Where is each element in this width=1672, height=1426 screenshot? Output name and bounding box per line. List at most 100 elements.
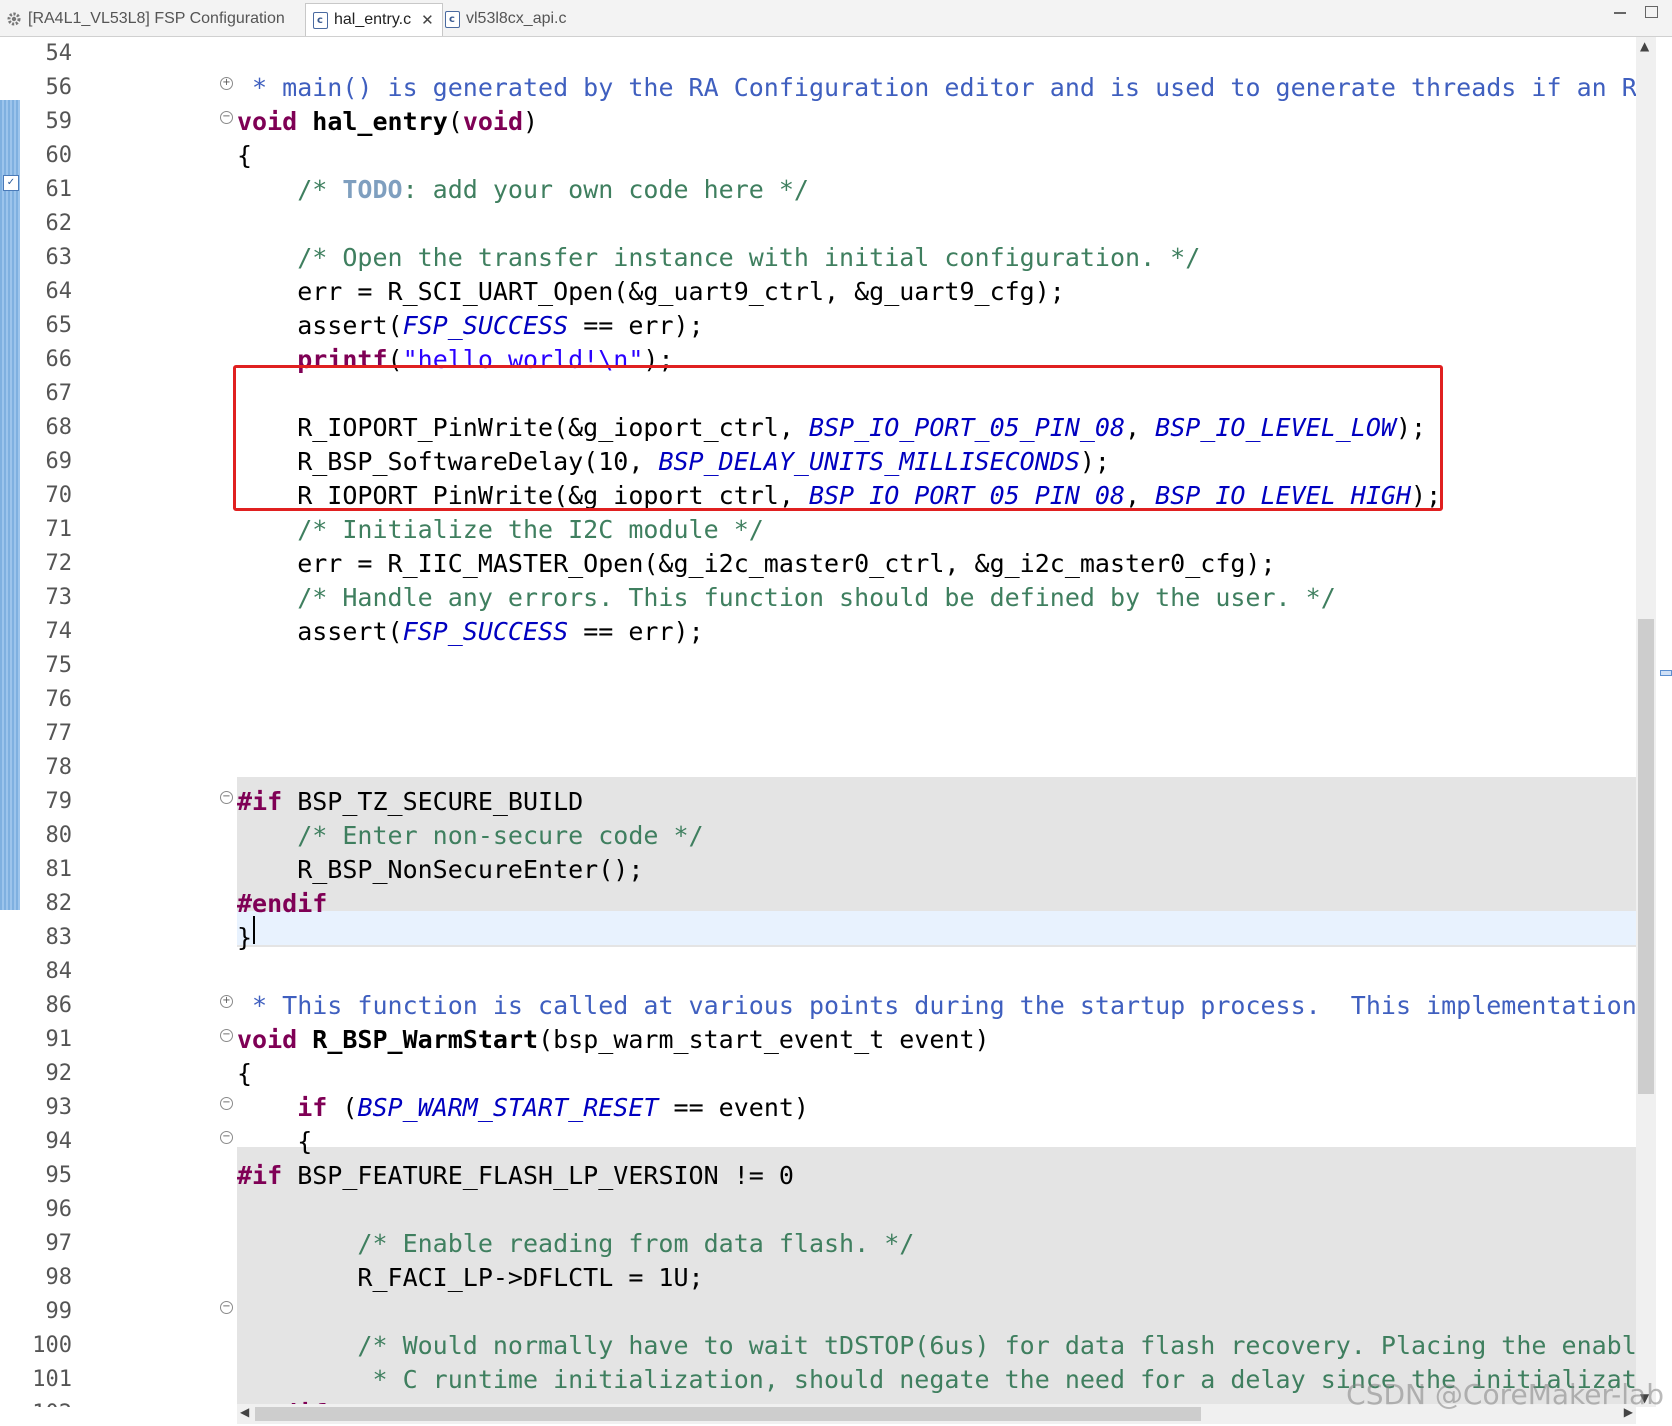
code-line-94: {: [237, 1127, 313, 1156]
line-number: 78: [45, 755, 73, 780]
line-number: 101: [32, 1367, 72, 1392]
code-line-71: /* Initialize the I2C module */: [237, 515, 764, 544]
code-line-61: /* TODO: add your own code here */: [237, 173, 809, 207]
code-line-100: /* Would normally have to wait tDSTOP(6u…: [237, 1331, 1637, 1360]
code-text: ): [523, 107, 539, 136]
line-number: 54: [45, 41, 73, 66]
line-number: 63: [45, 245, 73, 270]
code-line-93: if (BSP_WARM_START_RESET == event): [237, 1091, 809, 1125]
editor-tab-bar: [RA4L1_VL53L8] FSP Configuration c hal_e…: [0, 0, 1672, 37]
tab-label: vl53l8cx_api.c: [466, 10, 567, 27]
tab-fsp-configuration[interactable]: [RA4L1_VL53L8] FSP Configuration: [0, 4, 285, 34]
comment: /*: [237, 175, 343, 204]
window-controls: [1613, 6, 1658, 18]
collapse-fold-icon[interactable]: −: [220, 1029, 233, 1042]
code-line-83: }: [237, 923, 253, 952]
line-number: 69: [45, 449, 73, 474]
scroll-left-icon[interactable]: ◀: [240, 1405, 249, 1419]
current-line-highlight: [237, 911, 1640, 945]
collapse-fold-icon[interactable]: −: [220, 791, 233, 804]
line-number: 61: [45, 177, 73, 202]
line-number: 83: [45, 925, 73, 950]
macro: BSP_WARM_START_RESET: [357, 1093, 659, 1122]
code-text: == event): [658, 1093, 809, 1122]
preprocessor-directive: #if: [237, 1161, 283, 1190]
line-number: 92: [45, 1061, 73, 1086]
keyword: void: [237, 107, 298, 136]
code-editor[interactable]: ✓ 54 56 59 60 61 62 63 64 65 66 67 68 69…: [0, 37, 1640, 1407]
expand-fold-icon[interactable]: +: [220, 995, 233, 1008]
preprocessor-directive: #if: [237, 787, 283, 816]
scroll-up-icon[interactable]: ▲: [1640, 39, 1649, 53]
code-line-92: {: [237, 1059, 253, 1088]
code-text: (bsp_warm_start_event_t event): [538, 1025, 990, 1054]
line-number: 79: [45, 789, 73, 814]
code-text: == err);: [568, 311, 704, 340]
code-line-98: R_FACI_LP->DFLCTL = 1U;: [237, 1263, 704, 1292]
watermark: CSDN @CoreMaker-lab: [1346, 1378, 1664, 1411]
tab-label: hal_entry.c: [334, 11, 412, 28]
code-line-73: /* Handle any errors. This function shou…: [237, 583, 1336, 612]
tab-hal-entry[interactable]: c hal_entry.c ✕: [305, 3, 443, 36]
line-number: 67: [45, 381, 73, 406]
collapse-fold-icon[interactable]: −: [220, 1301, 233, 1314]
line-number: 94: [45, 1129, 73, 1154]
vertical-scrollbar[interactable]: ▲ ▼: [1636, 37, 1656, 1407]
line-number: 93: [45, 1095, 73, 1120]
line-number: 56: [45, 75, 73, 100]
overview-ruler-marker[interactable]: [1660, 670, 1672, 676]
code-line-86: * This function is called at various poi…: [237, 989, 1637, 1023]
code-line-81: R_BSP_NonSecureEnter();: [237, 855, 644, 884]
maximize-icon[interactable]: [1645, 6, 1658, 18]
code-text: (: [447, 107, 463, 136]
line-number: 96: [45, 1197, 73, 1222]
code-line-74: assert(FSP_SUCCESS == err);: [237, 615, 704, 649]
line-number: 81: [45, 857, 73, 882]
line-number: 80: [45, 823, 73, 848]
minimize-icon[interactable]: [1613, 6, 1627, 18]
code-text: BSP_FEATURE_FLASH_LP_VERSION != 0: [282, 1161, 794, 1190]
vertical-scroll-thumb[interactable]: [1638, 619, 1654, 1094]
code-line-60: {: [237, 141, 253, 170]
line-number: 76: [45, 687, 73, 712]
line-number: 71: [45, 517, 73, 542]
line-number: 72: [45, 551, 73, 576]
code-line-56: * main() is generated by the RA Configur…: [237, 71, 1637, 105]
expand-fold-icon[interactable]: +: [220, 77, 233, 90]
line-number: 77: [45, 721, 73, 746]
doc-comment: *: [237, 991, 283, 1020]
line-number: 73: [45, 585, 73, 610]
doc-comment: *: [237, 73, 283, 102]
code-line-95: #if BSP_FEATURE_FLASH_LP_VERSION != 0: [237, 1159, 794, 1193]
collapse-fold-icon[interactable]: −: [220, 1097, 233, 1110]
line-number: 74: [45, 619, 73, 644]
todo-tag: TODO: [342, 175, 403, 204]
macro: FSP_SUCCESS: [402, 617, 569, 646]
close-icon[interactable]: ✕: [421, 11, 434, 29]
code-line-72: err = R_IIC_MASTER_Open(&g_i2c_master0_c…: [237, 549, 1276, 578]
line-number: 59: [45, 109, 73, 134]
gear-icon: [6, 11, 22, 27]
line-number: 102: [0, 1397, 72, 1407]
line-number: 75: [45, 653, 73, 678]
line-number: 86: [45, 993, 73, 1018]
line-number: 62: [45, 211, 73, 236]
collapse-fold-icon[interactable]: −: [220, 1131, 233, 1144]
code-line-80: /* Enter non-secure code */: [237, 821, 704, 850]
line-number: 70: [45, 483, 73, 508]
line-number: 98: [45, 1265, 73, 1290]
doc-comment: This function is called at various point…: [282, 991, 1637, 1020]
line-number: 91: [45, 1027, 73, 1052]
function-name: R_BSP_WarmStart: [312, 1025, 539, 1054]
code-text: (: [327, 1093, 358, 1122]
code-text: == err);: [568, 617, 704, 646]
keyword: void: [462, 107, 524, 136]
keyword: if: [297, 1093, 328, 1122]
code-line-64: err = R_SCI_UART_Open(&g_uart9_ctrl, &g_…: [237, 277, 1065, 306]
tab-vl53l8cx-api[interactable]: c vl53l8cx_api.c: [438, 4, 567, 34]
horizontal-scroll-thumb[interactable]: [255, 1407, 1201, 1421]
line-number: 97: [45, 1231, 73, 1256]
collapse-fold-icon[interactable]: −: [220, 111, 233, 124]
line-number: 65: [45, 313, 73, 338]
